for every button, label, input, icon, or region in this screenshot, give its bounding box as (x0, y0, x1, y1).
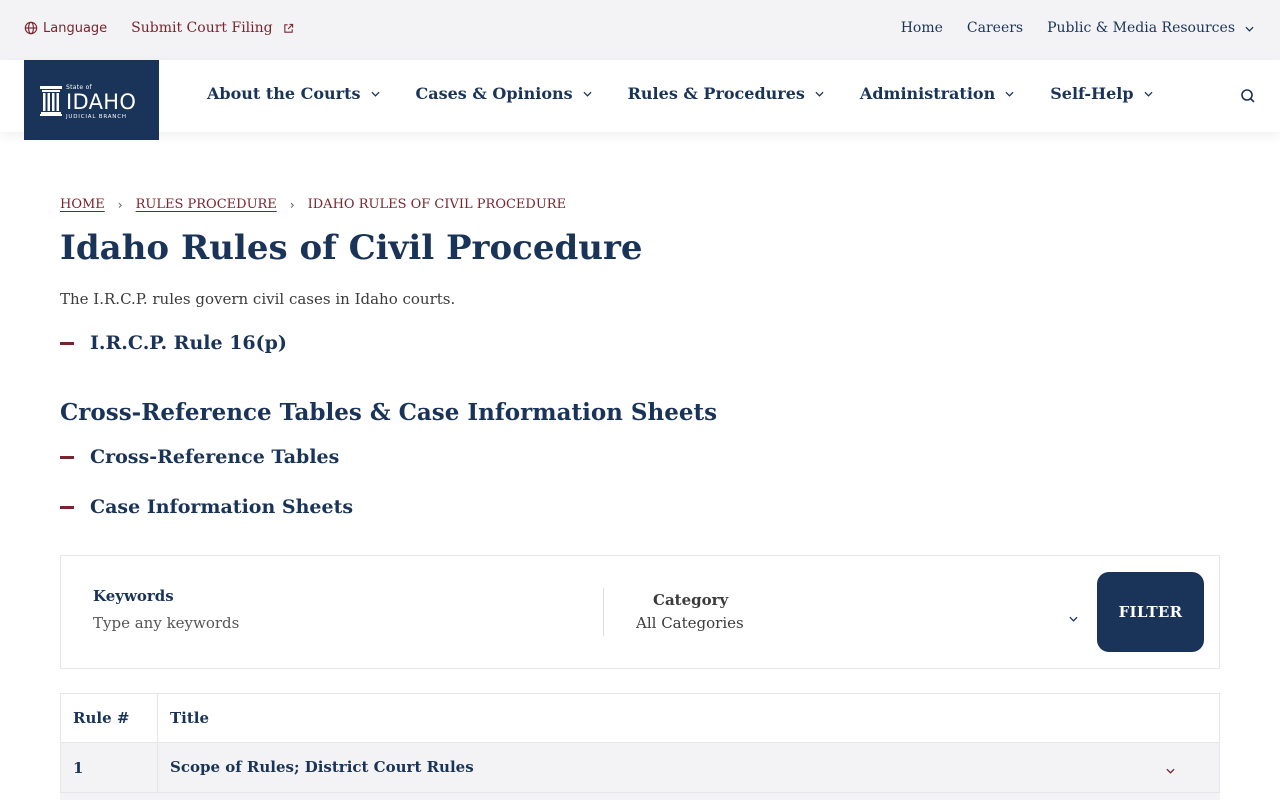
table-header-row: Rule # Title (60, 693, 1220, 743)
nav-cases-opinions[interactable]: Cases & Opinions (416, 84, 592, 103)
logo-subtitle-text: JUDICIAL BRANCH (66, 114, 127, 120)
collapse-dash-icon (60, 505, 74, 509)
external-link-icon (283, 23, 294, 34)
collapse-dash-icon (60, 455, 74, 459)
submit-court-filing-link[interactable]: Submit Court Filing (131, 20, 293, 36)
logo-name-text: IDAHO (66, 90, 137, 114)
search-button[interactable] (1240, 88, 1256, 104)
submit-filing-label: Submit Court Filing (131, 20, 273, 36)
language-label: Language (43, 20, 108, 36)
accordion-case-information-sheets[interactable]: Case Information Sheets (60, 496, 353, 518)
accordion-label: Cross-Reference Tables (90, 446, 340, 468)
chevron-down-icon[interactable] (1166, 760, 1175, 778)
section-title: Cross-Reference Tables & Case Informatio… (60, 399, 718, 426)
main-header: State of IDAHO JUDICIAL BRANCH About the… (0, 60, 1280, 140)
breadcrumb-rules-procedure[interactable]: RULES PROCEDURE (136, 197, 277, 212)
language-selector[interactable]: Language (24, 21, 107, 36)
page-title: Idaho Rules of Civil Procedure (60, 228, 643, 268)
public-media-label: Public & Media Resources (1047, 20, 1235, 36)
chevron-down-icon (370, 91, 380, 97)
table-row[interactable]: 1 Scope of Rules; District Court Rules (60, 742, 1220, 793)
nav-administration[interactable]: Administration (860, 84, 1014, 103)
collapse-dash-icon (60, 341, 74, 345)
keywords-label: Keywords (93, 587, 174, 605)
nav-label: About the Courts (207, 84, 361, 103)
globe-icon (24, 21, 38, 35)
nav-about-courts[interactable]: About the Courts (207, 84, 380, 103)
utility-bar: Language Submit Court Filing Home Career… (0, 0, 1280, 60)
breadcrumb: HOME › RULES PROCEDURE › IDAHO RULES OF … (60, 197, 566, 212)
filter-divider (603, 588, 604, 636)
chevron-down-icon (1143, 91, 1153, 97)
main-nav: About the Courts Cases & Opinions Rules … (207, 84, 1189, 103)
breadcrumb-home[interactable]: HOME (60, 197, 105, 212)
column-header-title: Title (157, 693, 1220, 743)
site-logo[interactable]: State of IDAHO JUDICIAL BRANCH (24, 60, 159, 140)
utility-right: Home Careers Public & Media Resources (877, 20, 1254, 36)
filter-box: Keywords Category All Categories FILTER (60, 555, 1220, 669)
rule-number-cell: 1 (60, 742, 158, 793)
nav-label: Self-Help (1050, 84, 1134, 103)
utility-left: Language Submit Court Filing (24, 20, 294, 36)
category-label: Category (653, 591, 729, 609)
nav-self-help[interactable]: Self-Help (1050, 84, 1153, 103)
rule-title: Scope of Rules; District Court Rules (170, 757, 474, 776)
breadcrumb-separator: › (117, 197, 123, 212)
table-row (60, 792, 1220, 800)
breadcrumb-separator: › (289, 197, 295, 212)
chevron-down-icon (1069, 607, 1078, 626)
accordion-rule-16p[interactable]: I.R.C.P. Rule 16(p) (60, 332, 287, 354)
breadcrumb-current: IDAHO RULES OF CIVIL PROCEDURE (307, 197, 567, 212)
chevron-down-icon (1245, 20, 1254, 36)
pillar-logo-icon (40, 86, 62, 120)
utility-link-careers[interactable]: Careers (967, 20, 1023, 36)
column-header-rule-number: Rule # (60, 693, 158, 743)
utility-link-public-media[interactable]: Public & Media Resources (1047, 20, 1254, 36)
rules-table: Rule # Title 1 Scope of Rules; District … (60, 693, 1220, 793)
accordion-label: Case Information Sheets (90, 496, 354, 518)
search-icon (1241, 89, 1255, 103)
keywords-input[interactable] (93, 612, 573, 634)
utility-link-home[interactable]: Home (901, 20, 943, 36)
nav-label: Administration (859, 84, 996, 103)
nav-label: Rules & Procedures (627, 84, 805, 103)
category-value: All Categories (636, 614, 744, 632)
chevron-down-icon (583, 91, 592, 97)
accordion-label: I.R.C.P. Rule 16(p) (90, 332, 287, 354)
filter-button[interactable]: FILTER (1097, 572, 1204, 652)
chevron-down-icon (815, 91, 824, 97)
page-intro: The I.R.C.P. rules govern civil cases in… (60, 290, 456, 308)
accordion-cross-reference-tables[interactable]: Cross-Reference Tables (60, 446, 339, 468)
nav-rules-procedures[interactable]: Rules & Procedures (628, 84, 824, 103)
chevron-down-icon (1005, 91, 1014, 97)
nav-label: Cases & Opinions (415, 84, 573, 103)
rule-title-cell: Scope of Rules; District Court Rules (157, 742, 1220, 793)
